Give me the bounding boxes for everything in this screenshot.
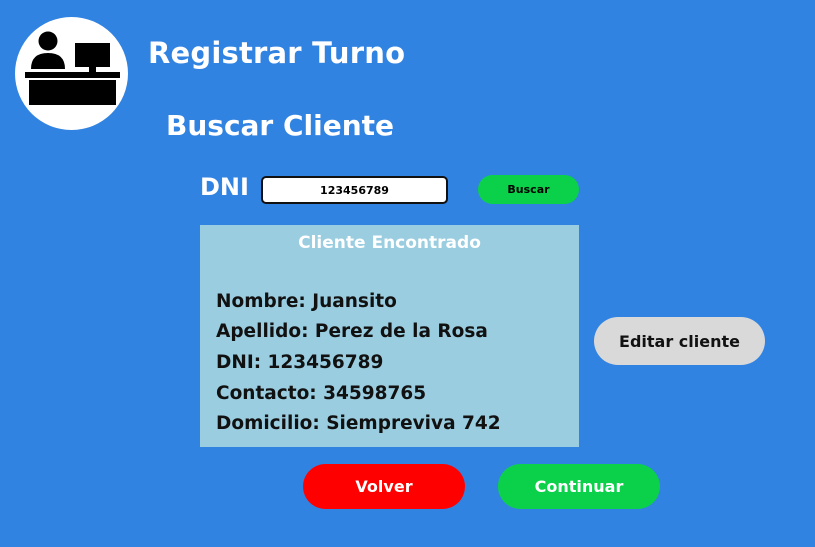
reception-desk-icon xyxy=(25,31,120,105)
logo xyxy=(15,17,128,130)
dni-label: DNI xyxy=(200,173,249,201)
search-button[interactable]: Buscar xyxy=(478,175,579,204)
continue-button[interactable]: Continuar xyxy=(498,464,660,509)
dni-input[interactable] xyxy=(261,176,448,204)
edit-client-button[interactable]: Editar cliente xyxy=(594,317,765,365)
client-name: Nombre: Juansito xyxy=(216,291,397,312)
client-surname: Apellido: Perez de la Rosa xyxy=(216,321,488,342)
section-title: Buscar Cliente xyxy=(166,109,395,142)
client-card: Cliente Encontrado Nombre: Juansito Apel… xyxy=(200,225,579,447)
card-title: Cliente Encontrado xyxy=(298,233,481,253)
client-dni: DNI: 123456789 xyxy=(216,352,384,373)
page-title: Registrar Turno xyxy=(148,36,406,70)
client-address: Domicilio: Siempreviva 742 xyxy=(216,413,501,434)
client-contact: Contacto: 34598765 xyxy=(216,383,427,404)
back-button[interactable]: Volver xyxy=(303,464,465,509)
